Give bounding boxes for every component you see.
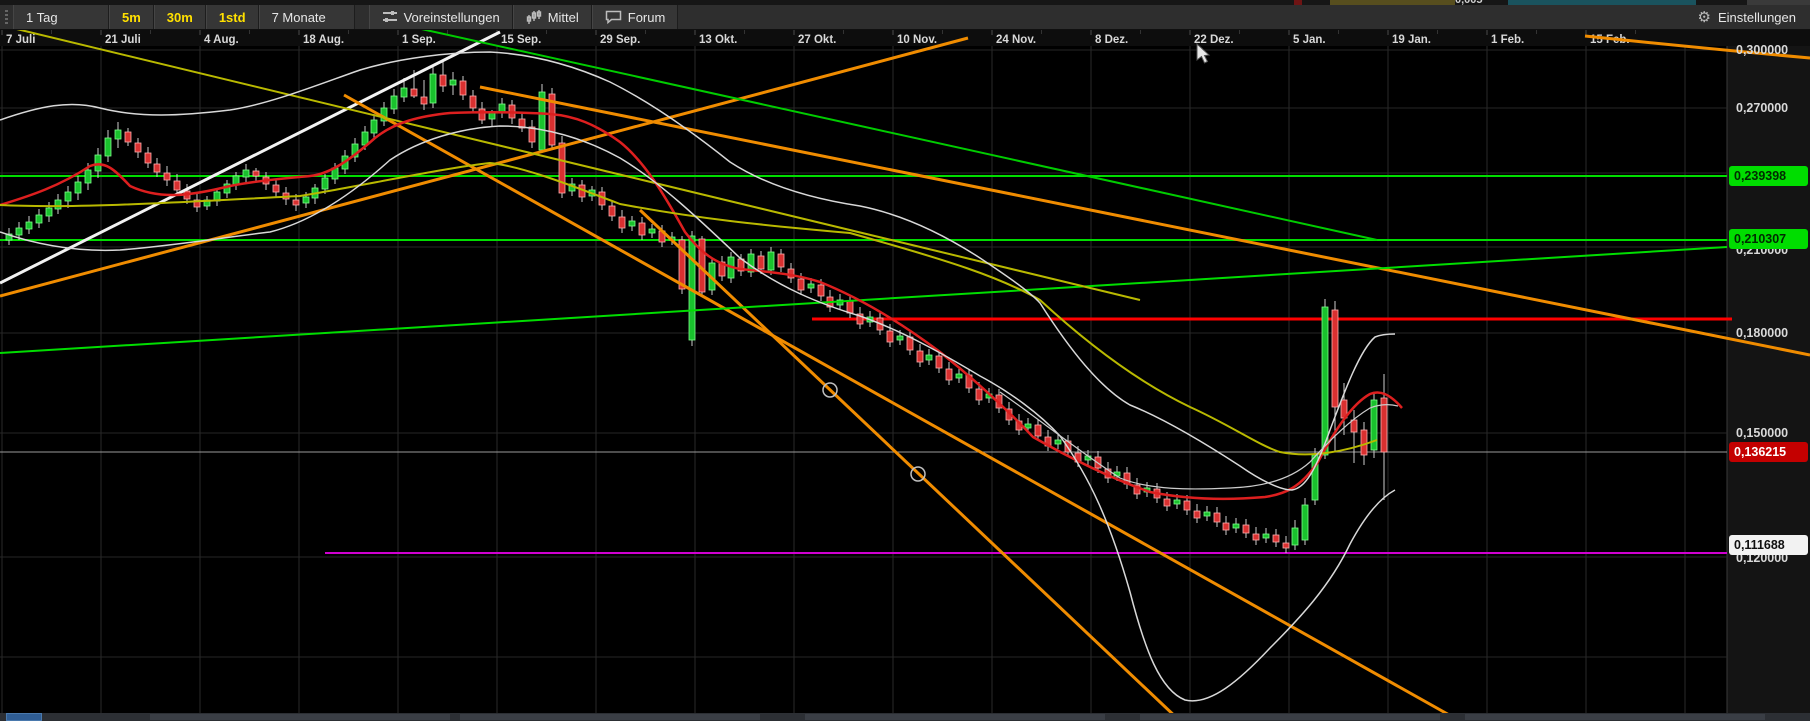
price-axis-panel[interactable] <box>1727 46 1810 713</box>
svg-text:19 Jan.: 19 Jan. <box>1392 34 1431 46</box>
svg-text:0,270000: 0,270000 <box>1736 101 1788 115</box>
timeframe-1std-button[interactable]: 1std <box>205 5 259 29</box>
candlestick-icon <box>526 9 541 24</box>
svg-text:1 Sep.: 1 Sep. <box>402 34 436 46</box>
toolbar: 1 Tag 5m 30m 1std 7 Monate Voreinstellun… <box>0 5 1810 30</box>
button-label: 30m <box>166 9 193 25</box>
timeframe-30m-button[interactable]: 30m <box>153 5 206 29</box>
svg-text:0,150000: 0,150000 <box>1736 426 1788 440</box>
svg-text:8 Dez.: 8 Dez. <box>1095 34 1128 46</box>
button-label: Voreinstellungen <box>403 9 500 25</box>
candle <box>1370 392 1378 458</box>
toolbar-grip-icon[interactable] <box>0 5 13 29</box>
scrollbar-segment <box>805 714 1105 720</box>
svg-text:13 Okt.: 13 Okt. <box>699 34 737 46</box>
button-label: 1std <box>218 9 246 25</box>
sliders-icon <box>382 11 397 22</box>
gear-icon: ⚙ <box>1697 8 1711 26</box>
scrollbar-thumb[interactable] <box>6 713 42 721</box>
svg-text:0,111688: 0,111688 <box>1734 538 1785 552</box>
candle <box>548 88 556 150</box>
price-badge: 0,239398 <box>1729 166 1808 186</box>
svg-text:0,239398: 0,239398 <box>1734 169 1786 183</box>
price-badge: 0,210307 <box>1729 229 1808 249</box>
scrollbar-segment <box>150 714 450 720</box>
price-badge: 0,111688 <box>1729 535 1808 555</box>
plot-background[interactable] <box>0 46 1727 713</box>
svg-text:4 Aug.: 4 Aug. <box>204 34 239 46</box>
price-chart[interactable]: 7 Juli 21 Juli 4 Aug. 18 Aug. 1 Sep. 15 Sep. 2… <box>0 30 1810 721</box>
timeframe-5m-button[interactable]: 5m <box>109 5 154 29</box>
forum-button[interactable]: Forum <box>591 5 679 29</box>
candle <box>538 84 546 153</box>
button-label: Forum <box>627 9 666 25</box>
svg-text:10 Nov.: 10 Nov. <box>897 34 937 46</box>
speech-bubble-icon <box>605 10 622 24</box>
timeframe-1tag-button[interactable]: 1 Tag <box>13 5 109 29</box>
button-label: 7 Monate <box>271 9 326 25</box>
price-badge: 0,136215 <box>1729 442 1808 462</box>
svg-text:15 Sep.: 15 Sep. <box>501 34 541 46</box>
svg-text:7 Juli: 7 Juli <box>6 34 35 46</box>
svg-text:24 Nov.: 24 Nov. <box>996 34 1036 46</box>
scrollbar-segment <box>1465 714 1765 720</box>
button-label: Mittel <box>547 9 579 25</box>
svg-text:1 Feb.: 1 Feb. <box>1491 34 1524 46</box>
candle <box>1301 498 1309 545</box>
einstellungen-button[interactable]: ⚙ Einstellungen <box>1683 5 1810 29</box>
range-7monate-button[interactable]: 7 Monate <box>258 5 355 29</box>
svg-text:0,180000: 0,180000 <box>1736 326 1788 340</box>
candle <box>1321 299 1329 459</box>
button-label: Einstellungen <box>1717 9 1796 25</box>
svg-text:27 Okt.: 27 Okt. <box>798 34 836 46</box>
scrollbar-segment <box>1140 714 1440 720</box>
button-label: 1 Tag <box>26 9 58 25</box>
svg-text:22 Dez.: 22 Dez. <box>1194 34 1234 46</box>
horizontal-scrollbar[interactable] <box>0 713 1810 721</box>
svg-text:0,210307: 0,210307 <box>1734 232 1786 246</box>
svg-text:0,136215: 0,136215 <box>1734 445 1786 459</box>
voreinstellungen-button[interactable]: Voreinstellungen <box>368 5 513 29</box>
mittel-button[interactable]: Mittel <box>512 5 592 29</box>
scrollbar-segment <box>460 714 760 720</box>
chart-application: 0,005 1 Tag 5m 30m 1std 7 Monate Voreins… <box>0 0 1810 721</box>
svg-text:18 Aug.: 18 Aug. <box>303 34 344 46</box>
svg-text:29 Sep.: 29 Sep. <box>600 34 640 46</box>
button-label: 5m <box>122 9 141 25</box>
svg-text:0,300000: 0,300000 <box>1736 43 1788 57</box>
svg-text:5 Jan.: 5 Jan. <box>1293 34 1326 46</box>
svg-text:21 Juli: 21 Juli <box>105 34 141 46</box>
